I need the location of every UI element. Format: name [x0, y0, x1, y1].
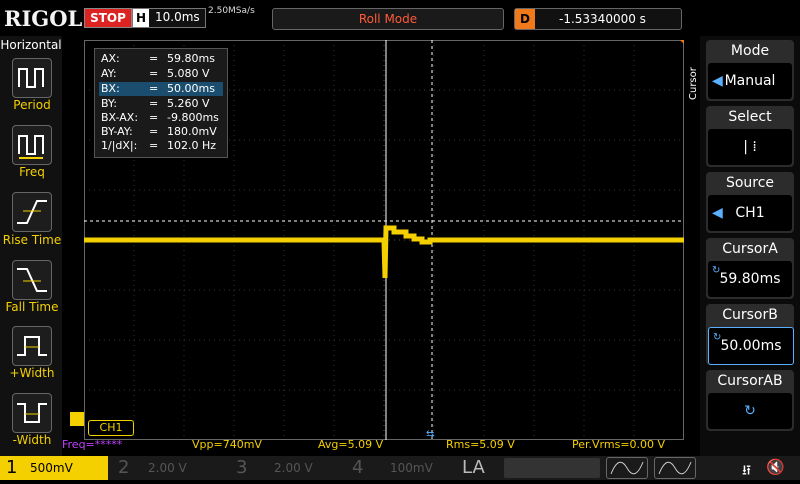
acquisition-mode[interactable]: Roll Mode: [272, 8, 504, 30]
period-label: Period: [13, 98, 51, 112]
ch1-trace: [84, 225, 684, 279]
cursor-ab-title: CursorAB: [717, 373, 783, 389]
meas-avg: Avg=5.09 V: [318, 438, 384, 451]
timebase-label: H: [133, 9, 149, 27]
sample-rate: 2.50MSa/s: [208, 6, 255, 16]
select-title: Select: [728, 109, 772, 125]
plus-width-button[interactable]: [12, 326, 52, 366]
brand-logo: RIGOL: [4, 6, 83, 31]
cursor-ab-menu[interactable]: CursorAB ↻: [706, 370, 794, 431]
sine-wave-icon: [610, 461, 644, 475]
mode-title: Mode: [730, 43, 770, 59]
ch2-button[interactable]: 2 2.00 V: [112, 456, 220, 480]
speaker-muted-icon[interactable]: 🔇: [766, 458, 785, 476]
select-menu[interactable]: Select | ⁞: [706, 106, 794, 167]
ch4-button[interactable]: 4 100mV: [344, 456, 452, 480]
meas-vpp: Vpp=740mV: [192, 438, 262, 451]
left-arrow-icon: ◀: [712, 205, 723, 221]
mode-menu[interactable]: Mode ◀ Manual: [706, 40, 794, 101]
rise-time-label: Rise Time: [2, 233, 62, 247]
cursor-a-value[interactable]: ↻ 59.80ms: [708, 261, 792, 297]
rise-edge-icon: [17, 200, 47, 224]
usb-icon: ⭿: [742, 463, 752, 479]
mode-value[interactable]: ◀ Manual: [708, 63, 792, 99]
sine-wave-icon: [658, 461, 692, 475]
source1-button[interactable]: [606, 457, 648, 479]
cursor-b-menu[interactable]: CursorB ↻ 50.00ms: [706, 304, 794, 365]
measurement-bar: Freq=***** Vpp=740mV Avg=5.09 V Rms=5.09…: [62, 436, 700, 454]
meas-rms: Rms=5.09 V: [446, 438, 515, 451]
readout-ay: AY: = 5.080 V: [101, 67, 210, 80]
readout-ax: AX: = 59.80ms: [101, 52, 215, 65]
readout-inv-dx: 1/|dX|: = 102.0 Hz: [101, 139, 217, 152]
period-icon: [18, 68, 44, 88]
delay-label: D: [515, 9, 535, 29]
fall-time-button[interactable]: [12, 260, 52, 300]
left-panel-title: Horizontal: [0, 38, 62, 52]
menu-side-label: Cursor: [688, 67, 699, 100]
freq-button[interactable]: [12, 125, 52, 165]
timebase-value: 10.0ms: [155, 10, 200, 24]
minus-width-label: -Width: [12, 433, 52, 447]
meas-pervrms: Per.Vrms=0.00 V: [572, 438, 666, 451]
readout-by-ay: BY-AY: = 180.0mV: [101, 125, 217, 138]
meas-freq: Freq=*****: [62, 438, 123, 451]
knob-icon: ↻: [712, 265, 721, 276]
readout-by: BY: = 5.260 V: [101, 97, 210, 110]
ch3-button[interactable]: 3 2.00 V: [228, 456, 336, 480]
timebase-box[interactable]: H 10.0ms: [132, 8, 206, 28]
knob-icon: ↻: [713, 332, 722, 343]
minus-width-button[interactable]: [12, 393, 52, 433]
knob-icon: ↻: [744, 403, 756, 419]
la-button[interactable]: LA: [462, 456, 498, 480]
fall-edge-icon: [17, 268, 47, 292]
period-button[interactable]: [12, 58, 52, 98]
digital-channels-icon: [504, 458, 600, 478]
cursor-readout: AX: = 59.80ms AY: = 5.080 V BX: = 50.00ms BY: =…: [94, 48, 228, 158]
source2-button[interactable]: [654, 457, 696, 479]
delay-box[interactable]: D -1.53340000 s: [514, 8, 682, 30]
ch1-tag[interactable]: CH1: [88, 420, 134, 436]
readout-bx: BX: = 50.00ms: [99, 82, 223, 96]
fall-time-label: Fall Time: [5, 300, 59, 314]
cursor-b-value[interactable]: ↻ 50.00ms: [708, 327, 794, 365]
select-value[interactable]: | ⁞: [708, 129, 792, 165]
plus-width-label: +Width: [9, 366, 55, 380]
source-menu[interactable]: Source ◀ CH1: [706, 172, 794, 233]
positive-pulse-icon: [17, 336, 47, 356]
rise-time-button[interactable]: [12, 192, 52, 232]
source-value[interactable]: ◀ CH1: [708, 195, 792, 231]
left-arrow-icon: ◀: [712, 73, 723, 89]
run-stop-indicator[interactable]: STOP: [84, 8, 132, 28]
ch1-button[interactable]: 1 500mV: [0, 456, 108, 480]
freq-label: Freq: [19, 165, 45, 179]
source-title: Source: [725, 175, 775, 191]
cursor-a-menu[interactable]: CursorA ↻ 59.80ms: [706, 238, 794, 299]
cursor-ab-value[interactable]: ↻: [708, 393, 792, 429]
readout-bx-ax: BX-AX: = -9.800ms: [101, 111, 219, 124]
negative-pulse-icon: [17, 403, 47, 423]
ch1-offset-marker[interactable]: [70, 412, 84, 426]
freq-icon: [18, 135, 44, 159]
delay-value: -1.53340000 s: [559, 12, 646, 26]
